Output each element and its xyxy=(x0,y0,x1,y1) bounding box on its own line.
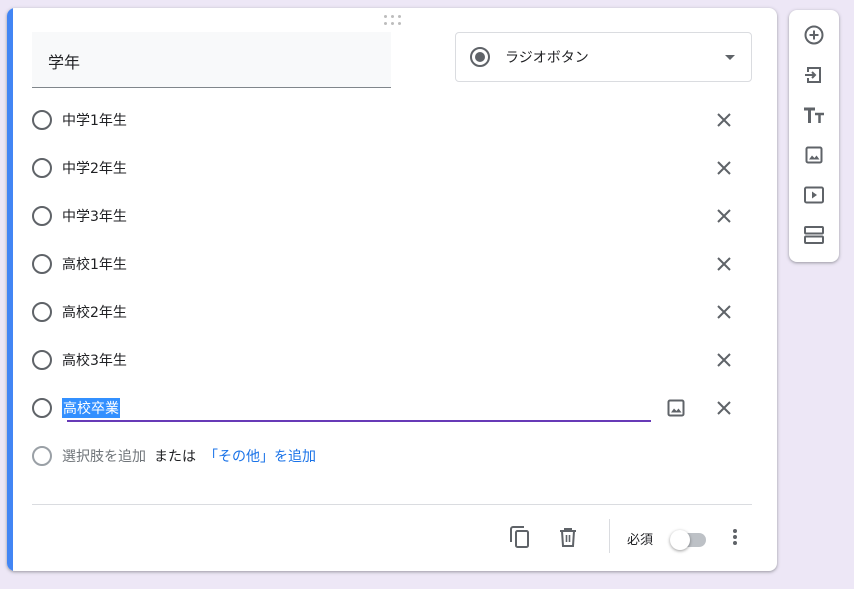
add-question-button[interactable] xyxy=(802,23,826,47)
video-icon xyxy=(804,186,824,204)
option-input-underline xyxy=(67,420,651,422)
add-image-button[interactable] xyxy=(664,396,688,420)
remove-option-button[interactable] xyxy=(712,396,736,420)
more-vert-icon xyxy=(733,529,737,545)
footer-separator xyxy=(609,519,610,553)
option-row: 中学2年生 xyxy=(32,144,752,192)
option-label[interactable]: 高校2年生 xyxy=(62,302,127,322)
drag-handle-icon[interactable] xyxy=(384,15,402,27)
radio-circle-icon xyxy=(32,350,52,370)
question-title-text: 学年 xyxy=(48,53,81,72)
option-row: 高校1年生 xyxy=(32,240,752,288)
option-row: 中学1年生 xyxy=(32,96,752,144)
dropdown-arrow-icon xyxy=(725,54,735,60)
footer-divider xyxy=(32,504,752,505)
close-icon xyxy=(717,353,731,367)
import-questions-button[interactable] xyxy=(802,63,826,87)
required-toggle[interactable] xyxy=(670,529,710,550)
option-label[interactable]: 中学2年生 xyxy=(62,158,127,178)
floating-toolbar xyxy=(789,10,839,262)
radio-circle-icon xyxy=(32,302,52,322)
question-type-label: ラジオボタン xyxy=(505,50,589,66)
copy-icon xyxy=(510,526,529,548)
add-circle-icon xyxy=(804,25,824,45)
option-label[interactable]: 中学1年生 xyxy=(62,110,127,130)
import-icon xyxy=(805,67,821,83)
radio-circle-icon xyxy=(32,206,52,226)
option-label[interactable]: 中学3年生 xyxy=(62,206,127,226)
remove-option-button[interactable] xyxy=(712,348,736,372)
question-card: 学年 ラジオボタン 中学1年生 中学2年生 中学3年生 高校1年生 高校2年生 … xyxy=(7,8,777,571)
radio-circle-icon xyxy=(32,398,52,418)
radio-circle-icon xyxy=(32,254,52,274)
close-icon xyxy=(717,257,731,271)
close-icon xyxy=(717,161,731,175)
question-footer: 必須 xyxy=(32,513,752,561)
question-type-dropdown[interactable]: ラジオボタン xyxy=(455,32,752,82)
add-option-row: 選択肢を追加 または 「その他」を追加 xyxy=(32,432,752,480)
close-icon xyxy=(717,209,731,223)
image-icon xyxy=(805,146,823,164)
or-label: または xyxy=(154,449,196,465)
delete-button[interactable] xyxy=(552,521,584,553)
toggle-thumb xyxy=(670,530,690,550)
remove-option-button[interactable] xyxy=(712,156,736,180)
question-title-input[interactable]: 学年 xyxy=(32,32,391,88)
add-title-button[interactable] xyxy=(802,103,826,127)
option-row: 高校2年生 xyxy=(32,288,752,336)
close-icon xyxy=(717,113,731,127)
add-section-button[interactable] xyxy=(802,223,826,247)
close-icon xyxy=(717,305,731,319)
add-other-link[interactable]: 「その他」を追加 xyxy=(204,446,316,466)
radio-type-icon xyxy=(470,47,490,67)
option-label[interactable]: 高校1年生 xyxy=(62,254,127,274)
required-label: 必須 xyxy=(627,533,654,548)
image-icon xyxy=(667,399,685,417)
duplicate-button[interactable] xyxy=(504,521,536,553)
section-icon xyxy=(804,226,824,244)
title-icon xyxy=(804,107,824,123)
more-options-button[interactable] xyxy=(719,521,751,553)
option-row: 高校3年生 xyxy=(32,336,752,384)
radio-circle-icon xyxy=(32,110,52,130)
option-input-selected-text[interactable]: 高校卒業 xyxy=(62,398,120,418)
radio-circle-icon xyxy=(32,446,52,466)
close-icon xyxy=(717,401,731,415)
remove-option-button[interactable] xyxy=(712,108,736,132)
option-label[interactable]: 高校3年生 xyxy=(62,350,127,370)
add-video-button[interactable] xyxy=(802,183,826,207)
remove-option-button[interactable] xyxy=(712,252,736,276)
remove-option-button[interactable] xyxy=(712,204,736,228)
option-row: 中学3年生 xyxy=(32,192,752,240)
option-row-editing: 高校卒業 xyxy=(32,384,752,432)
add-image-button[interactable] xyxy=(802,143,826,167)
radio-circle-icon xyxy=(32,158,52,178)
delete-icon xyxy=(560,528,576,547)
options-list: 中学1年生 中学2年生 中学3年生 高校1年生 高校2年生 高校3年生 高校卒業… xyxy=(32,96,752,480)
remove-option-button[interactable] xyxy=(712,300,736,324)
active-accent-bar xyxy=(7,8,13,571)
add-option-button[interactable]: 選択肢を追加 xyxy=(62,446,146,466)
